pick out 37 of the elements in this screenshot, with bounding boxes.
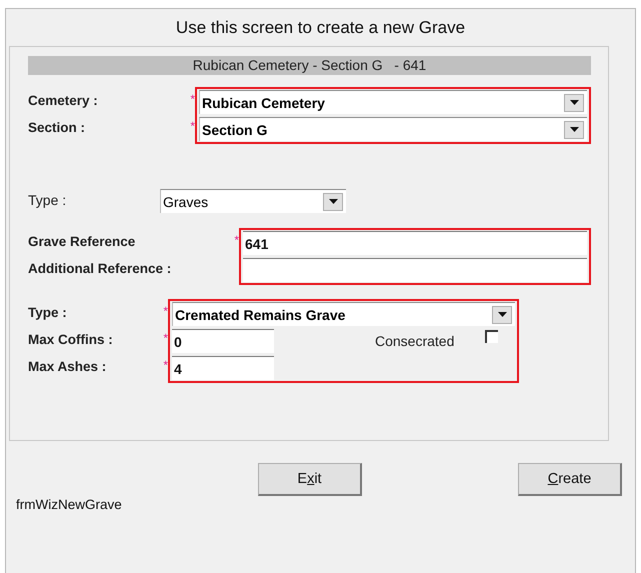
field-label: Grave Reference: [28, 234, 136, 249]
dropdown-field[interactable]: Cremated Remains Grave: [172, 302, 515, 326]
caret-icon: [328, 199, 338, 204]
required-marker: *: [163, 359, 168, 371]
form-name: frmWizNewGrave: [16, 497, 122, 512]
dropdown-field[interactable]: Rubican Cemetery: [199, 90, 587, 114]
field-label: Section :: [28, 120, 86, 135]
dropdown-button[interactable]: [323, 192, 343, 210]
text-field[interactable]: [243, 258, 587, 282]
required-marker: *: [234, 234, 239, 246]
dropdown-field[interactable]: Section G: [199, 117, 587, 141]
required-marker: *: [190, 93, 195, 105]
field-label: Cemetery :: [28, 93, 98, 108]
dropdown-button[interactable]: [492, 306, 512, 324]
dialog-button[interactable]: Exit: [258, 463, 362, 496]
dropdown-button[interactable]: [564, 120, 584, 138]
dropdown-button[interactable]: [564, 94, 584, 112]
dropdown-field[interactable]: Graves: [160, 189, 346, 213]
window-title: Use this screen to create a new Grave: [174, 17, 466, 39]
caret-icon: [570, 127, 578, 132]
required-marker: *: [163, 332, 168, 344]
field-label: Type :: [28, 305, 67, 320]
text-field[interactable]: 4: [172, 356, 274, 380]
caret-icon: [570, 100, 578, 105]
required-marker: *: [190, 120, 195, 132]
field-label: Max Ashes :: [28, 359, 106, 374]
text-field[interactable]: 641: [243, 231, 587, 255]
checkbox-label: Consecrated: [375, 333, 454, 349]
checkbox[interactable]: [485, 330, 498, 343]
record-header: Rubican Cemetery - Section G - 641: [28, 56, 591, 75]
text-field[interactable]: 0: [172, 329, 274, 353]
caret-icon: [498, 312, 506, 317]
field-label: Type :: [28, 192, 66, 208]
field-label: Additional Reference :: [28, 261, 172, 276]
dialog-button[interactable]: Create: [518, 463, 622, 496]
required-marker: *: [163, 305, 168, 317]
field-label: Max Coffins :: [28, 332, 113, 347]
